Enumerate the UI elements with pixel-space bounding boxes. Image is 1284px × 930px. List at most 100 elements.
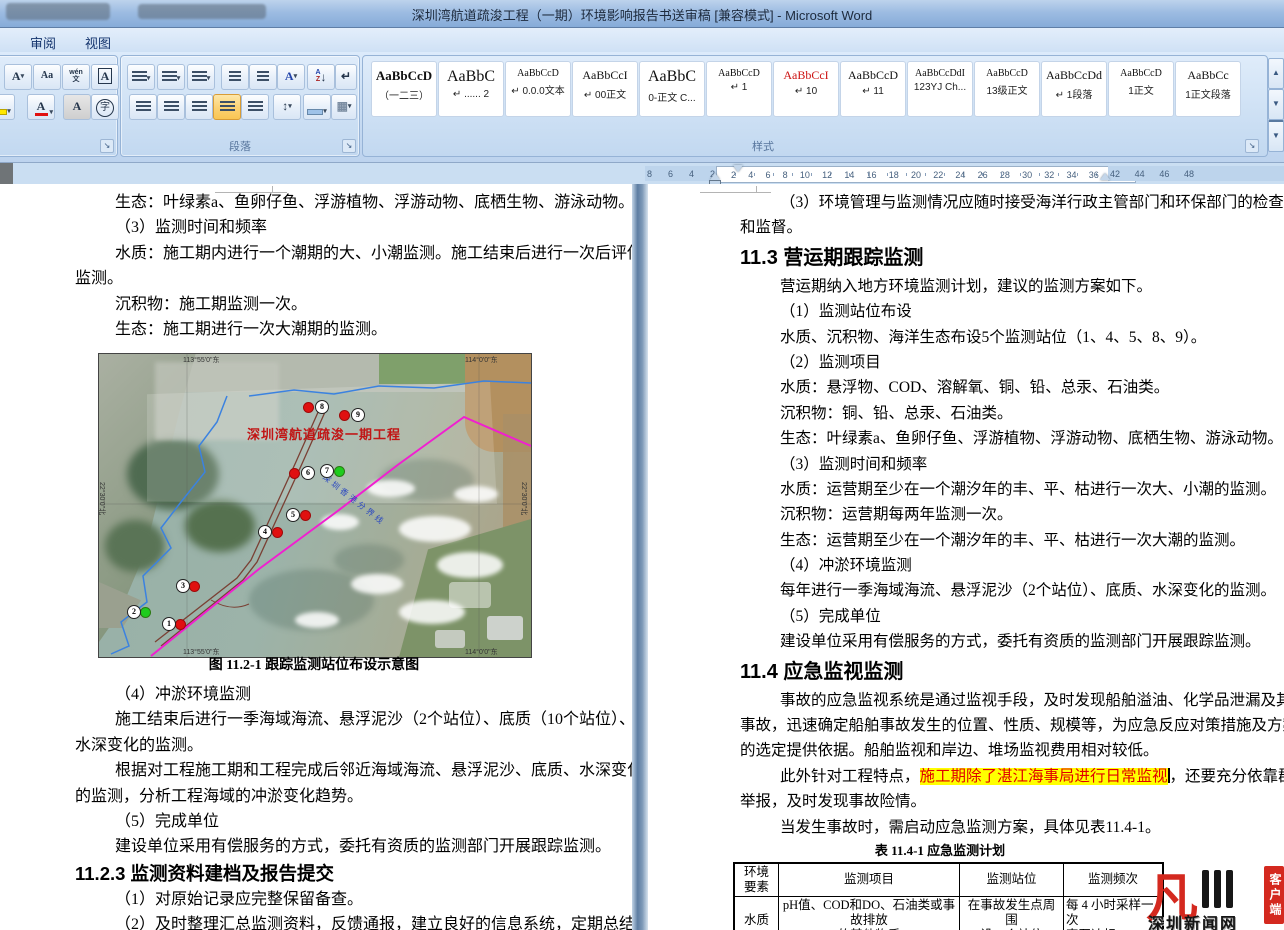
asian-layout-button[interactable]: A▾ [277,64,305,90]
style-card[interactable]: AaBbC0-正文 C... [639,61,705,117]
shading-icon [307,109,323,115]
style-card[interactable]: AaBbCcD（一二三） [371,61,437,117]
first-line-indent-marker[interactable] [733,165,743,172]
tab-view[interactable]: 视图 [75,31,121,54]
numbering-icon [162,71,177,82]
header-cell: 监测项目 [779,863,960,897]
text-line: 建设单位采用有偿服务的方式，委托有资质的监测部门开展跟踪监测。 [740,629,1284,654]
distribute-button[interactable] [241,94,269,120]
text-line: 营运期纳入地方环境监测计划，建议的监测方案如下。 [740,274,1284,299]
align-right-icon [192,101,207,112]
text-line: （2）及时整理汇总监测资料，反馈通报，建立良好的信息系统，定期总结。 [75,912,615,930]
shrink-font-icon: A [12,69,21,83]
text-line: 沉积物：铜、铅、总汞、石油类。 [740,401,1284,426]
align-right-button[interactable] [185,94,213,120]
text-segment: 此外针对工程特点， [780,768,920,785]
section-heading-11-3: 11.3 营运期跟踪监测 [740,241,1284,274]
right-page[interactable]: （3）环境管理与监测情况应随时接受海洋行政主管部门和环保部门的检查 和监督。 1… [648,184,1284,930]
text-line: 当发生事故时，需启动应急监测方案，具体见表11.4-1。 [740,815,1284,840]
style-card[interactable]: AaBbCcI↵ 10 [773,61,839,117]
text-line: 水深变化的监测。 [75,733,615,758]
text-line: 和监督。 [740,215,1284,240]
line-spacing-button[interactable]: ↕▾ [273,94,301,120]
style-card[interactable]: AaBbCcDd↵ 1段落 [1041,61,1107,117]
justify-button[interactable] [213,94,241,120]
station-dot-5 [300,510,311,521]
tab-review[interactable]: 审阅 [20,31,66,54]
enclose-characters-icon: 字 [96,99,114,117]
borders-button[interactable]: ▦▾ [331,94,357,120]
decrease-indent-icon [229,71,241,82]
gallery-more-button[interactable]: ▼ [1268,120,1284,152]
styles-dialog-launcher[interactable]: ↘ [1245,139,1259,153]
style-card[interactable]: AaBbCcD↵ 0.0.0文本 [505,61,571,117]
tab-selector[interactable] [0,163,13,184]
text-highlight-button[interactable]: ▾ [0,94,15,120]
decrease-indent-button[interactable] [221,64,249,90]
gallery-scroll-down-button[interactable]: ▼ [1268,89,1284,120]
gallery-scroll-up-button[interactable]: ▲ [1268,58,1284,89]
text-line: （2）监测项目 [740,350,1284,375]
paragraph-dialog-launcher[interactable]: ↘ [342,139,356,153]
align-left-button[interactable] [129,94,157,120]
right-indent-marker[interactable] [1100,173,1110,180]
table-caption: 表 11.4-1 应急监测计划 [734,840,1146,862]
style-card[interactable]: AaBbCcD↵ 11 [840,61,906,117]
shading-button[interactable]: ▾ [303,94,331,120]
text-line: （1）监测站位布设 [740,299,1284,324]
text-line: 的选定提供依据。船舶监视和岸边、堆场监视费用相对较低。 [740,738,1284,763]
text-line: （3）监测时间和频率 [75,215,615,240]
increase-indent-button[interactable] [249,64,277,90]
style-card[interactable]: AaBbCcD13级正文 [974,61,1040,117]
style-card[interactable]: AaBbCc1正文段落 [1175,61,1241,117]
style-card[interactable]: AaBbCcDdI123YJ Ch... [907,61,973,117]
style-card[interactable]: AaBbCcI↵ 00正文 [572,61,638,117]
title-bar: 深圳湾航道疏浚工程（一期）环境影响报告书送审稿 [兼容模式] - Microso… [0,0,1284,28]
enclose-characters-button[interactable]: 字 [91,94,119,120]
station-dot-3 [189,581,200,592]
character-border-button[interactable]: A [91,64,119,90]
station-label: 5 [286,508,300,522]
station-dot-2 [140,607,151,618]
phonetic-icon: wén [69,69,83,76]
ribbon: A▾ Aa wén文 A ▾ A▾ A 字 ↘ ▾ ▾ ▾ A▾ AZ↓ ↵ ↕… [0,52,1284,163]
numbering-button[interactable]: ▾ [157,64,185,90]
phonetic-guide-button[interactable]: wén文 [62,64,90,90]
clear-formatting-button[interactable]: Aa [33,64,61,90]
shrink-font-button[interactable]: A▾ [4,64,32,90]
station-label: 8 [315,400,329,414]
text-line: 沉积物：施工期监测一次。 [75,292,615,317]
right-page-text-block: （3）环境管理与监测情况应随时接受海洋行政主管部门和环保部门的检查 和监督。 1… [740,190,1284,930]
text-line: （4）冲淤环境监测 [740,553,1284,578]
style-card[interactable]: AaBbC↵ ...... 2 [438,61,504,117]
sort-button[interactable]: AZ↓ [307,64,335,90]
bullets-button[interactable]: ▾ [127,64,155,90]
text-line: 的监测，分析工程海域的冲淤变化趋势。 [75,784,615,809]
font-dialog-launcher[interactable]: ↘ [100,139,114,153]
emergency-monitoring-table: 环境 要素 监测项目 监测站位 监测频次 水质 pH值、COD和DO、石油类或事… [733,862,1164,930]
text-line: 水质：施工期内进行一个潮期的大、小潮监测。施工结束后进行一次后评估 [75,241,615,266]
station-dot-9 [339,410,350,421]
align-center-button[interactable] [157,94,185,120]
station-label: 4 [258,525,272,539]
word-window: 深圳湾航道疏浚工程（一期）环境影响报告书送审稿 [兼容模式] - Microso… [0,0,1284,930]
style-card[interactable]: AaBbCcD↵ 1 [706,61,772,117]
multilevel-list-button[interactable]: ▾ [187,64,215,90]
character-border-icon: A [98,68,113,84]
bullets-icon [132,71,147,82]
map-coord: 113°55'0"东 [183,355,219,365]
text-line: （3）监测时间和频率 [740,452,1284,477]
character-shading-button[interactable]: A [63,94,91,120]
table-cell: 在事故发生点周围 设 6 个站位 [960,896,1064,930]
font-color-button[interactable]: A▾ [27,94,55,120]
header-cell: 环境 要素 [734,863,779,897]
left-page-text-block-2: （4）冲淤环境监测 施工结束后进行一季海域海流、悬浮泥沙（2个站位）、底质（10… [75,682,615,930]
left-page[interactable]: 生态：叶绿素a、鱼卵仔鱼、浮游植物、浮游动物、底栖生物、游泳动物。 （3）监测时… [0,184,632,930]
asian-layout-icon: A [285,69,294,83]
style-card[interactable]: AaBbCcD1正文 [1108,61,1174,117]
styles-group: AaBbCcD（一二三） AaBbC↵ ...... 2 AaBbCcD↵ 0.… [362,55,1268,157]
text-line: 建设单位采用有偿服务的方式，委托有资质的监测部门开展跟踪监测。 [75,834,615,859]
hanging-indent-marker[interactable] [710,173,720,180]
show-hide-marks-button[interactable]: ↵ [335,64,357,90]
ruler-left-margin: 8642 [645,166,717,181]
